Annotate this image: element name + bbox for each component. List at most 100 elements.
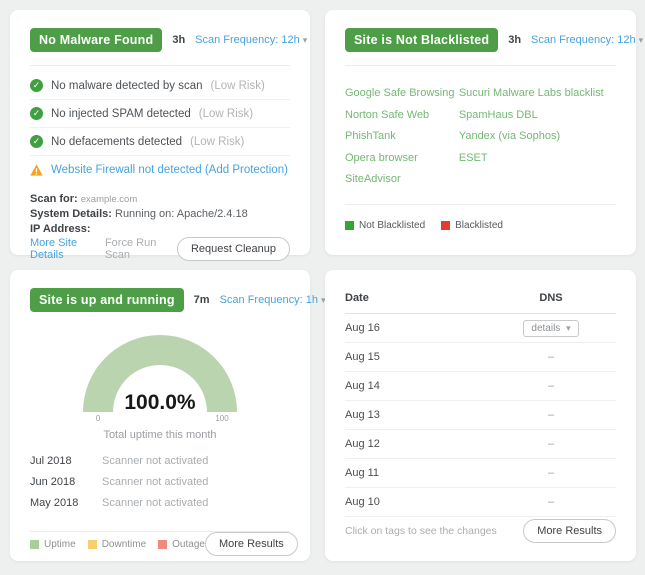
- uptime-panel: Site is up and running 7m Scan Frequency…: [10, 270, 310, 561]
- risk-label: (Low Risk): [190, 136, 244, 148]
- scan-age: 7m: [194, 294, 210, 306]
- services-column-2: Sucuri Malware Labs blacklistSpamHaus DB…: [459, 83, 616, 191]
- table-row: Aug 12 –: [345, 430, 616, 459]
- legend-item: Outage: [158, 539, 205, 550]
- firewall-warning-row: Website Firewall not detected (Add Prote…: [30, 156, 290, 176]
- status-badge: Site is Not Blacklisted: [345, 28, 498, 52]
- risk-label: (Low Risk): [199, 108, 253, 120]
- check-text: No defacements detected: [51, 136, 182, 148]
- scan-frequency-label: Scan Frequency: 12h: [531, 34, 636, 46]
- chevron-down-icon: ▾: [303, 35, 308, 45]
- legend-label: Blacklisted: [455, 220, 503, 231]
- month-status: Scanner not activated: [102, 497, 208, 509]
- divider: [345, 65, 616, 66]
- scan-age: 3h: [172, 34, 185, 46]
- system-details-value: Running on: Apache/2.4.18: [115, 208, 248, 220]
- row-dns-value: –: [486, 438, 616, 450]
- dns-rows: Aug 15 – Aug 14 – Aug 13 – Aug 12 –: [345, 343, 616, 517]
- row-date: Aug 16: [345, 322, 486, 334]
- table-row: Aug 16 details ▾: [345, 314, 616, 343]
- row-date: Aug 12: [345, 438, 486, 450]
- more-results-button[interactable]: More Results: [205, 532, 298, 556]
- details-label: details: [531, 323, 560, 334]
- row-date: Aug 14: [345, 380, 486, 392]
- legend-swatch: [158, 540, 167, 549]
- malware-panel: No Malware Found 3h Scan Frequency: 12h▾…: [10, 10, 310, 255]
- service-link[interactable]: Sucuri Malware Labs blacklist: [459, 83, 616, 105]
- scan-frequency-label: Scan Frequency: 12h: [195, 34, 300, 46]
- scan-for-label: Scan for:: [30, 193, 78, 205]
- row-dns-value: –: [486, 351, 616, 363]
- table-row: Aug 11 –: [345, 459, 616, 488]
- month-row: Jul 2018 Scanner not activated: [30, 455, 290, 467]
- uptime-footer: Uptime Downtime Outage More Results: [30, 532, 290, 556]
- dns-column-header: DNS: [486, 292, 616, 304]
- service-link[interactable]: SiteAdvisor: [345, 169, 459, 191]
- blacklist-header: Site is Not Blacklisted 3h Scan Frequenc…: [345, 28, 616, 52]
- uptime-header: Site is up and running 7m Scan Frequency…: [30, 288, 290, 312]
- row-date: Aug 10: [345, 496, 486, 508]
- scan-frequency-dropdown[interactable]: Scan Frequency: 1h▾: [220, 294, 326, 306]
- table-row: Aug 15 –: [345, 343, 616, 372]
- dashboard: No Malware Found 3h Scan Frequency: 12h▾…: [0, 0, 645, 575]
- service-link[interactable]: Opera browser: [345, 148, 459, 170]
- divider: [30, 65, 290, 66]
- more-site-details-link[interactable]: More Site Details: [30, 237, 87, 261]
- table-row: Aug 14 –: [345, 372, 616, 401]
- malware-header: No Malware Found 3h Scan Frequency: 12h▾: [30, 28, 290, 52]
- service-link[interactable]: PhishTank: [345, 126, 459, 148]
- system-info: Scan for: example.com System Details: Ru…: [30, 192, 290, 237]
- month-row: May 2018 Scanner not activated: [30, 497, 290, 509]
- chevron-down-icon: ▾: [639, 35, 644, 45]
- legend-swatch: [441, 221, 450, 230]
- chevron-down-icon: ▾: [566, 323, 571, 333]
- request-cleanup-button[interactable]: Request Cleanup: [177, 237, 290, 261]
- legend-label: Downtime: [102, 539, 146, 550]
- details-dropdown[interactable]: details ▾: [523, 320, 578, 337]
- date-column-header: Date: [345, 292, 486, 304]
- ip-address-label: IP Address:: [30, 223, 91, 235]
- service-link[interactable]: SpamHaus DBL: [459, 105, 616, 127]
- row-date: Aug 15: [345, 351, 486, 363]
- month-label: May 2018: [30, 497, 102, 509]
- risk-label: (Low Risk): [211, 80, 265, 92]
- status-badge: No Malware Found: [30, 28, 162, 52]
- blacklist-services: Google Safe BrowsingNorton Safe WebPhish…: [345, 83, 616, 191]
- service-link[interactable]: ESET: [459, 148, 616, 170]
- force-run-scan-link[interactable]: Force Run Scan: [105, 237, 159, 261]
- more-results-button[interactable]: More Results: [523, 519, 616, 543]
- service-link[interactable]: Google Safe Browsing: [345, 83, 459, 105]
- month-label: Jul 2018: [30, 455, 102, 467]
- row-date: Aug 13: [345, 409, 486, 421]
- scan-frequency-dropdown[interactable]: Scan Frequency: 12h▾: [531, 34, 643, 46]
- check-icon: ✓: [30, 79, 43, 92]
- check-list: ✓ No malware detected by scan (Low Risk)…: [30, 72, 290, 156]
- row-dns-cell: details ▾: [486, 320, 616, 337]
- gauge-value: 100.0%: [124, 391, 196, 414]
- legend-label: Uptime: [44, 539, 76, 550]
- ip-address-line: IP Address:: [30, 222, 290, 237]
- uptime-gauge: 100.0% 0 100: [30, 322, 290, 427]
- legend-item: Uptime: [30, 539, 76, 550]
- month-row: Jun 2018 Scanner not activated: [30, 476, 290, 488]
- blacklist-legend: Not Blacklisted Blacklisted: [345, 220, 616, 231]
- system-details-label: System Details:: [30, 208, 112, 220]
- legend-label: Not Blacklisted: [359, 220, 425, 231]
- legend-swatch: [30, 540, 39, 549]
- legend-swatch: [88, 540, 97, 549]
- service-link[interactable]: Norton Safe Web: [345, 105, 459, 127]
- legend-label: Outage: [172, 539, 205, 550]
- tags-hint: Click on tags to see the changes: [345, 525, 497, 537]
- check-text: No malware detected by scan: [51, 80, 203, 92]
- uptime-legend: Uptime Downtime Outage: [30, 539, 205, 550]
- month-status: Scanner not activated: [102, 476, 208, 488]
- malware-footer: More Site Details Force Run Scan Request…: [30, 237, 290, 261]
- scan-frequency-dropdown[interactable]: Scan Frequency: 12h▾: [195, 34, 307, 46]
- check-icon: ✓: [30, 107, 43, 120]
- service-link[interactable]: Yandex (via Sophos): [459, 126, 616, 148]
- firewall-warning-link[interactable]: Website Firewall not detected (Add Prote…: [51, 164, 288, 176]
- dns-footer: Click on tags to see the changes More Re…: [345, 519, 616, 543]
- row-dns-value: –: [486, 496, 616, 508]
- gauge-chart: 100.0% 0 100: [65, 322, 255, 422]
- blacklist-panel: Site is Not Blacklisted 3h Scan Frequenc…: [325, 10, 636, 255]
